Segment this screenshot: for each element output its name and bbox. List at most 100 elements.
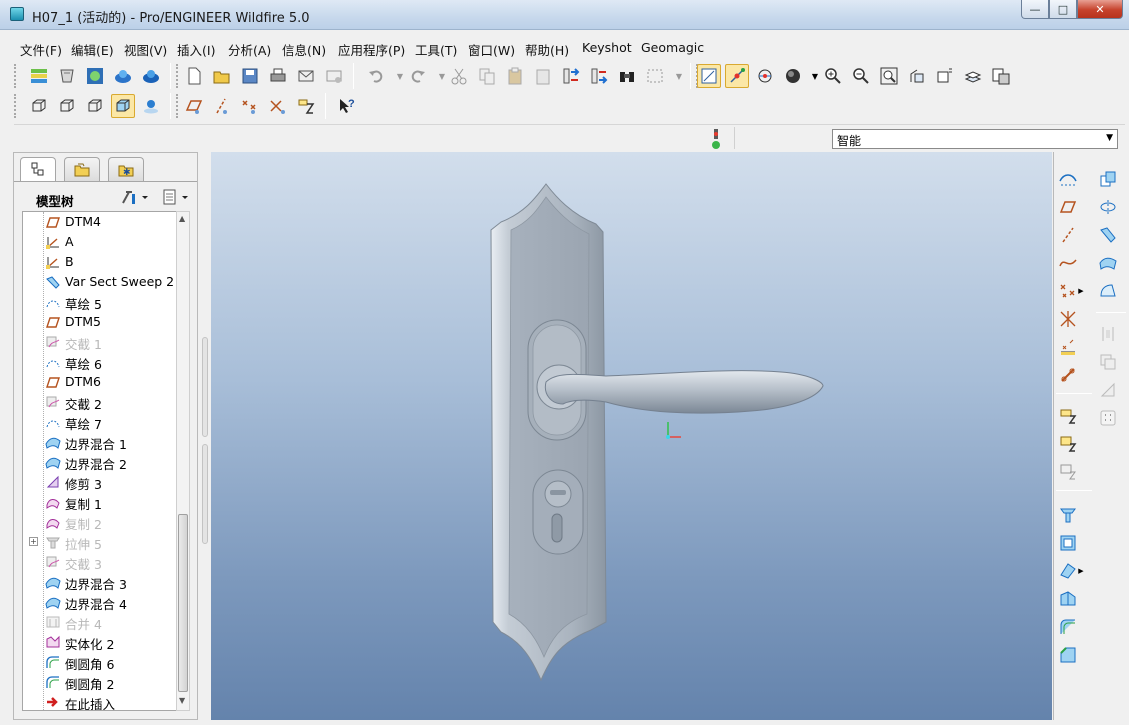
annotation-manager-icon[interactable] <box>1056 460 1080 484</box>
point-display-icon[interactable] <box>238 94 262 118</box>
tree-item[interactable]: 草绘 7 <box>23 412 183 432</box>
tree-item[interactable]: DTM4 <box>23 212 183 232</box>
cut-icon[interactable] <box>447 64 471 88</box>
model-tree-list[interactable]: DTM4 A B Var Sect Sweep 2 草绘 5 DTM5 交截 1 草绘 6 DT… <box>22 211 184 711</box>
save-icon[interactable] <box>238 64 262 88</box>
toolbar-grip[interactable] <box>14 64 17 88</box>
layer-tree-icon[interactable] <box>27 64 51 88</box>
menu-geomagic[interactable]: Geomagic <box>641 40 704 55</box>
model-tree-tab-icon[interactable] <box>20 157 56 182</box>
minimize-button[interactable]: — <box>1021 0 1049 19</box>
tree-item[interactable]: + 拉伸 5 <box>23 532 183 552</box>
menu-window[interactable]: 窗口(W) <box>468 40 515 59</box>
redo-icon[interactable] <box>406 64 430 88</box>
graphics-viewport[interactable] <box>211 152 1052 720</box>
sweep-tool-icon[interactable] <box>1096 223 1120 247</box>
spin-center-icon[interactable] <box>725 64 749 88</box>
email-icon[interactable] <box>294 64 318 88</box>
draft-flyout-icon[interactable]: ▶ <box>1076 559 1086 583</box>
menu-info[interactable]: 信息(N) <box>282 40 326 59</box>
scene-icon[interactable] <box>83 64 107 88</box>
shaded-icon[interactable] <box>111 94 135 118</box>
context-help-icon[interactable]: ? <box>335 94 359 118</box>
saved-views-icon[interactable] <box>933 64 957 88</box>
favorites-tab-icon[interactable]: ✱ <box>108 157 144 181</box>
menu-view[interactable]: 视图(V) <box>124 40 167 59</box>
toolbar-grip[interactable] <box>176 94 179 118</box>
scroll-up-icon[interactable]: ▲ <box>179 214 185 223</box>
tree-settings-icon[interactable] <box>120 188 150 206</box>
layers-icon[interactable] <box>961 64 985 88</box>
regenerate-icon[interactable] <box>559 64 583 88</box>
annotation-tool-icon[interactable] <box>1056 404 1080 428</box>
folder-browser-tab-icon[interactable] <box>64 157 100 181</box>
csys-tool-icon[interactable] <box>1056 307 1080 331</box>
tree-item[interactable]: 边界混合 3 <box>23 572 183 592</box>
fill-surface-tool-icon[interactable] <box>1096 279 1120 303</box>
tree-item[interactable]: 合并 4 <box>23 612 183 632</box>
axis-display-icon[interactable] <box>210 94 234 118</box>
datum-curve-chain-icon[interactable] <box>1056 363 1080 387</box>
tree-item[interactable]: 在此插入 <box>23 692 183 710</box>
view-manager-icon[interactable] <box>989 64 1013 88</box>
render-region-icon[interactable] <box>139 64 163 88</box>
tree-item[interactable]: DTM6 <box>23 372 183 392</box>
expand-icon[interactable]: + <box>29 537 38 546</box>
intersect-tool-icon[interactable] <box>1096 350 1120 374</box>
tree-item[interactable]: 草绘 5 <box>23 292 183 312</box>
datum-display-icon[interactable] <box>697 64 721 88</box>
reorient-icon[interactable] <box>905 64 929 88</box>
no-hidden-icon[interactable] <box>83 94 107 118</box>
tree-item[interactable]: 复制 2 <box>23 512 183 532</box>
analysis-feature-tool-icon[interactable] <box>1056 335 1080 359</box>
splitter-knob[interactable] <box>202 444 208 544</box>
boundary-blend-tool-icon[interactable] <box>1096 251 1120 275</box>
undo-icon[interactable] <box>364 64 388 88</box>
shading-icon[interactable] <box>781 64 805 88</box>
tree-item[interactable]: 实体化 2 <box>23 632 183 652</box>
refit-icon[interactable] <box>877 64 901 88</box>
tree-item[interactable]: 边界混合 4 <box>23 592 183 612</box>
trim-tool-icon[interactable] <box>1096 378 1120 402</box>
annotation-feature-icon[interactable] <box>1056 432 1080 456</box>
open-file-icon[interactable] <box>210 64 234 88</box>
annotation-display-icon[interactable] <box>294 94 318 118</box>
tree-item[interactable]: 交截 2 <box>23 392 183 412</box>
menu-applications[interactable]: 应用程序(P) <box>338 40 405 59</box>
plane-display-icon[interactable] <box>182 94 206 118</box>
chamfer-tool-icon[interactable] <box>1056 643 1080 667</box>
datum-point-flyout-icon[interactable]: ▶ <box>1076 279 1086 303</box>
maximize-button[interactable]: □ <box>1049 0 1077 19</box>
print-icon[interactable] <box>266 64 290 88</box>
mirror-tool-icon[interactable] <box>1096 195 1120 219</box>
tree-item[interactable]: 交截 1 <box>23 332 183 352</box>
merge-tool-icon[interactable] <box>1096 322 1120 346</box>
paste-icon[interactable] <box>503 64 527 88</box>
tree-item[interactable]: 复制 1 <box>23 492 183 512</box>
splitter-knob[interactable] <box>202 337 208 437</box>
copy-icon[interactable] <box>475 64 499 88</box>
orient-mode-icon[interactable] <box>753 64 777 88</box>
csys-display-icon[interactable] <box>266 94 290 118</box>
navigator-splitter[interactable] <box>200 152 210 720</box>
tree-item[interactable]: 边界混合 1 <box>23 432 183 452</box>
send-link-icon[interactable] <box>322 64 346 88</box>
zoom-out-icon[interactable] <box>849 64 873 88</box>
toolbar-grip[interactable] <box>14 94 17 118</box>
sketch-datum-tool-icon[interactable] <box>1056 167 1080 191</box>
tree-item[interactable]: DTM5 <box>23 312 183 332</box>
hidden-line-icon[interactable] <box>55 94 79 118</box>
new-file-icon[interactable] <box>182 64 206 88</box>
extrude-tool-icon[interactable] <box>1056 503 1080 527</box>
regen-manager-icon[interactable] <box>587 64 611 88</box>
render-icon[interactable] <box>111 64 135 88</box>
tree-item[interactable]: 修剪 3 <box>23 472 183 492</box>
tree-item[interactable]: 交截 3 <box>23 552 183 572</box>
offset-tool-icon[interactable] <box>1096 167 1120 191</box>
find-icon[interactable] <box>615 64 639 88</box>
toolbar-grip[interactable] <box>176 64 179 88</box>
rib-tool-icon[interactable] <box>1056 587 1080 611</box>
tree-item[interactable]: 倒圆角 6 <box>23 652 183 672</box>
model-tree-scrollbar[interactable]: ▲ ▼ <box>176 211 190 711</box>
enhanced-realism-icon[interactable] <box>139 94 163 118</box>
